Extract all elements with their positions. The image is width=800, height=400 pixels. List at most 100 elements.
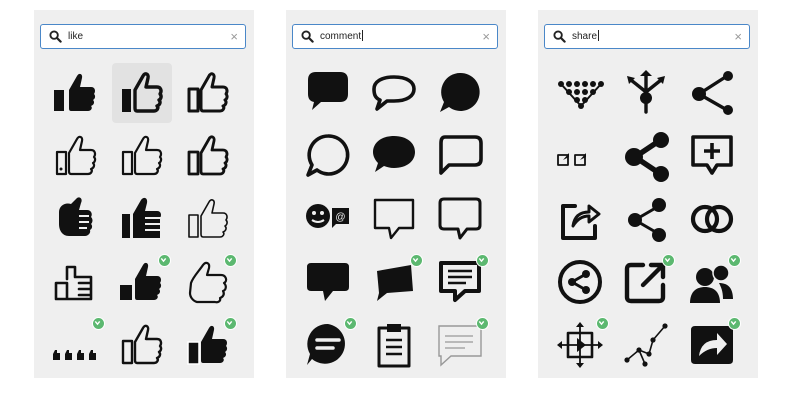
icon-result[interactable]: [364, 63, 424, 123]
search-input[interactable]: share: [572, 30, 599, 44]
icon-result[interactable]: [112, 63, 172, 123]
share-nodes-icon: [692, 71, 733, 115]
svg-text:@: @: [335, 212, 345, 223]
icon-result[interactable]: [430, 189, 490, 249]
icon-result[interactable]: [616, 189, 676, 249]
share-box-arrow-icon: [561, 204, 601, 240]
icon-result[interactable]: [550, 126, 610, 186]
icon-result[interactable]: [112, 126, 172, 186]
clear-search-button[interactable]: ×: [230, 29, 238, 44]
icon-result[interactable]: [112, 252, 172, 312]
speech-bubble-oval-solid-icon: [373, 136, 415, 172]
icon-result[interactable]: [550, 252, 610, 312]
thumbs-up-sketch-icon: [188, 199, 228, 238]
icon-result[interactable]: [46, 315, 106, 375]
icon-result[interactable]: [616, 252, 676, 312]
thumbs-up-square-outline-icon: [54, 265, 93, 301]
search-icon: [49, 30, 62, 43]
icon-result[interactable]: [550, 63, 610, 123]
share-plus-bubble-icon: [691, 135, 733, 175]
icon-result[interactable]: [298, 126, 358, 186]
thumbs-up-thin-outline-icon: [121, 135, 163, 176]
icon-result[interactable]: [430, 315, 490, 375]
icon-result[interactable]: [550, 189, 610, 249]
icon-result[interactable]: [298, 252, 358, 312]
icon-result[interactable]: [682, 189, 742, 249]
search-input[interactable]: like: [68, 30, 83, 44]
icon-result[interactable]: [112, 315, 172, 375]
speech-bubble-round-outline-icon: [306, 134, 350, 177]
thumbs-up-bold-outline-icon: [122, 72, 163, 113]
premium-badge-icon: [596, 317, 609, 330]
thumbs-up-cuff-outline-icon: [121, 324, 163, 365]
icon-result[interactable]: [178, 189, 238, 249]
icon-result[interactable]: @: [298, 189, 358, 249]
share-bold-icon: [625, 132, 669, 182]
thumbs-up-outline-cuff-icon: [55, 135, 97, 176]
icon-result[interactable]: [298, 63, 358, 123]
icon-result[interactable]: [112, 189, 172, 249]
icon-result[interactable]: [46, 189, 106, 249]
share-rings-icon: [690, 204, 734, 234]
share-small-squares-icon: [557, 153, 586, 166]
icon-search-panel-comment: comment × @: [286, 10, 506, 378]
clear-search-button[interactable]: ×: [734, 29, 742, 44]
speech-bubble-rounded-outline-icon: [439, 135, 483, 175]
share-circle-icon: [558, 260, 602, 304]
search-field[interactable]: share ×: [544, 24, 750, 49]
icon-result[interactable]: [298, 315, 358, 375]
premium-badge-icon: [224, 254, 237, 267]
icon-result[interactable]: [178, 315, 238, 375]
premium-badge-icon: [728, 317, 741, 330]
premium-badge-icon: [662, 254, 675, 267]
icon-result[interactable]: [616, 63, 676, 123]
thumbs-up-outline-alt-icon: [187, 135, 229, 176]
icon-result[interactable]: [364, 315, 424, 375]
icon-result[interactable]: [682, 252, 742, 312]
speech-bubble-solid-icon: [308, 72, 348, 110]
icon-result[interactable]: [364, 126, 424, 186]
premium-badge-icon: [476, 317, 489, 330]
thumbs-up-striped-icon: [122, 197, 161, 238]
icon-result[interactable]: [178, 126, 238, 186]
comment-square-solid-icon: [307, 263, 349, 301]
thumbs-up-fist-icon: [59, 197, 93, 236]
share-arrows-out-icon: [627, 70, 665, 114]
icon-result[interactable]: [682, 126, 742, 186]
thumbs-up-solid-icon: [54, 73, 96, 111]
icon-result[interactable]: [46, 126, 106, 186]
premium-badge-icon: [344, 317, 357, 330]
icon-result[interactable]: [430, 252, 490, 312]
thumbs-up-outline-icon: [187, 72, 229, 113]
clipboard-list-icon: [377, 324, 411, 368]
comment-rounded-outline-icon: [438, 197, 482, 240]
icon-result[interactable]: [682, 315, 742, 375]
icon-result[interactable]: [364, 252, 424, 312]
share-graph-icon: [624, 323, 668, 367]
premium-badge-icon: [728, 254, 741, 267]
premium-badge-icon: [410, 254, 423, 267]
icon-result[interactable]: [178, 252, 238, 312]
icon-result[interactable]: [364, 189, 424, 249]
icon-result[interactable]: [46, 252, 106, 312]
icon-result[interactable]: [178, 63, 238, 123]
clear-search-button[interactable]: ×: [482, 29, 490, 44]
premium-badge-icon: [158, 254, 171, 267]
icon-result[interactable]: [682, 63, 742, 123]
search-field[interactable]: comment ×: [292, 24, 498, 49]
icon-result[interactable]: [430, 126, 490, 186]
premium-badge-icon: [92, 317, 105, 330]
share-network-dots-icon: [558, 81, 604, 109]
search-input[interactable]: comment: [320, 30, 363, 44]
icon-result[interactable]: [46, 63, 106, 123]
comment-square-outline-icon: [373, 198, 415, 240]
premium-badge-icon: [476, 254, 489, 267]
icon-search-panel-like: like ×: [34, 10, 254, 378]
icon-result[interactable]: [616, 126, 676, 186]
premium-badge-icon: [224, 317, 237, 330]
icon-result[interactable]: [616, 315, 676, 375]
icon-search-panel-share: share ×: [538, 10, 758, 378]
icon-result[interactable]: [550, 315, 610, 375]
search-field[interactable]: like ×: [40, 24, 246, 49]
icon-result[interactable]: [430, 63, 490, 123]
